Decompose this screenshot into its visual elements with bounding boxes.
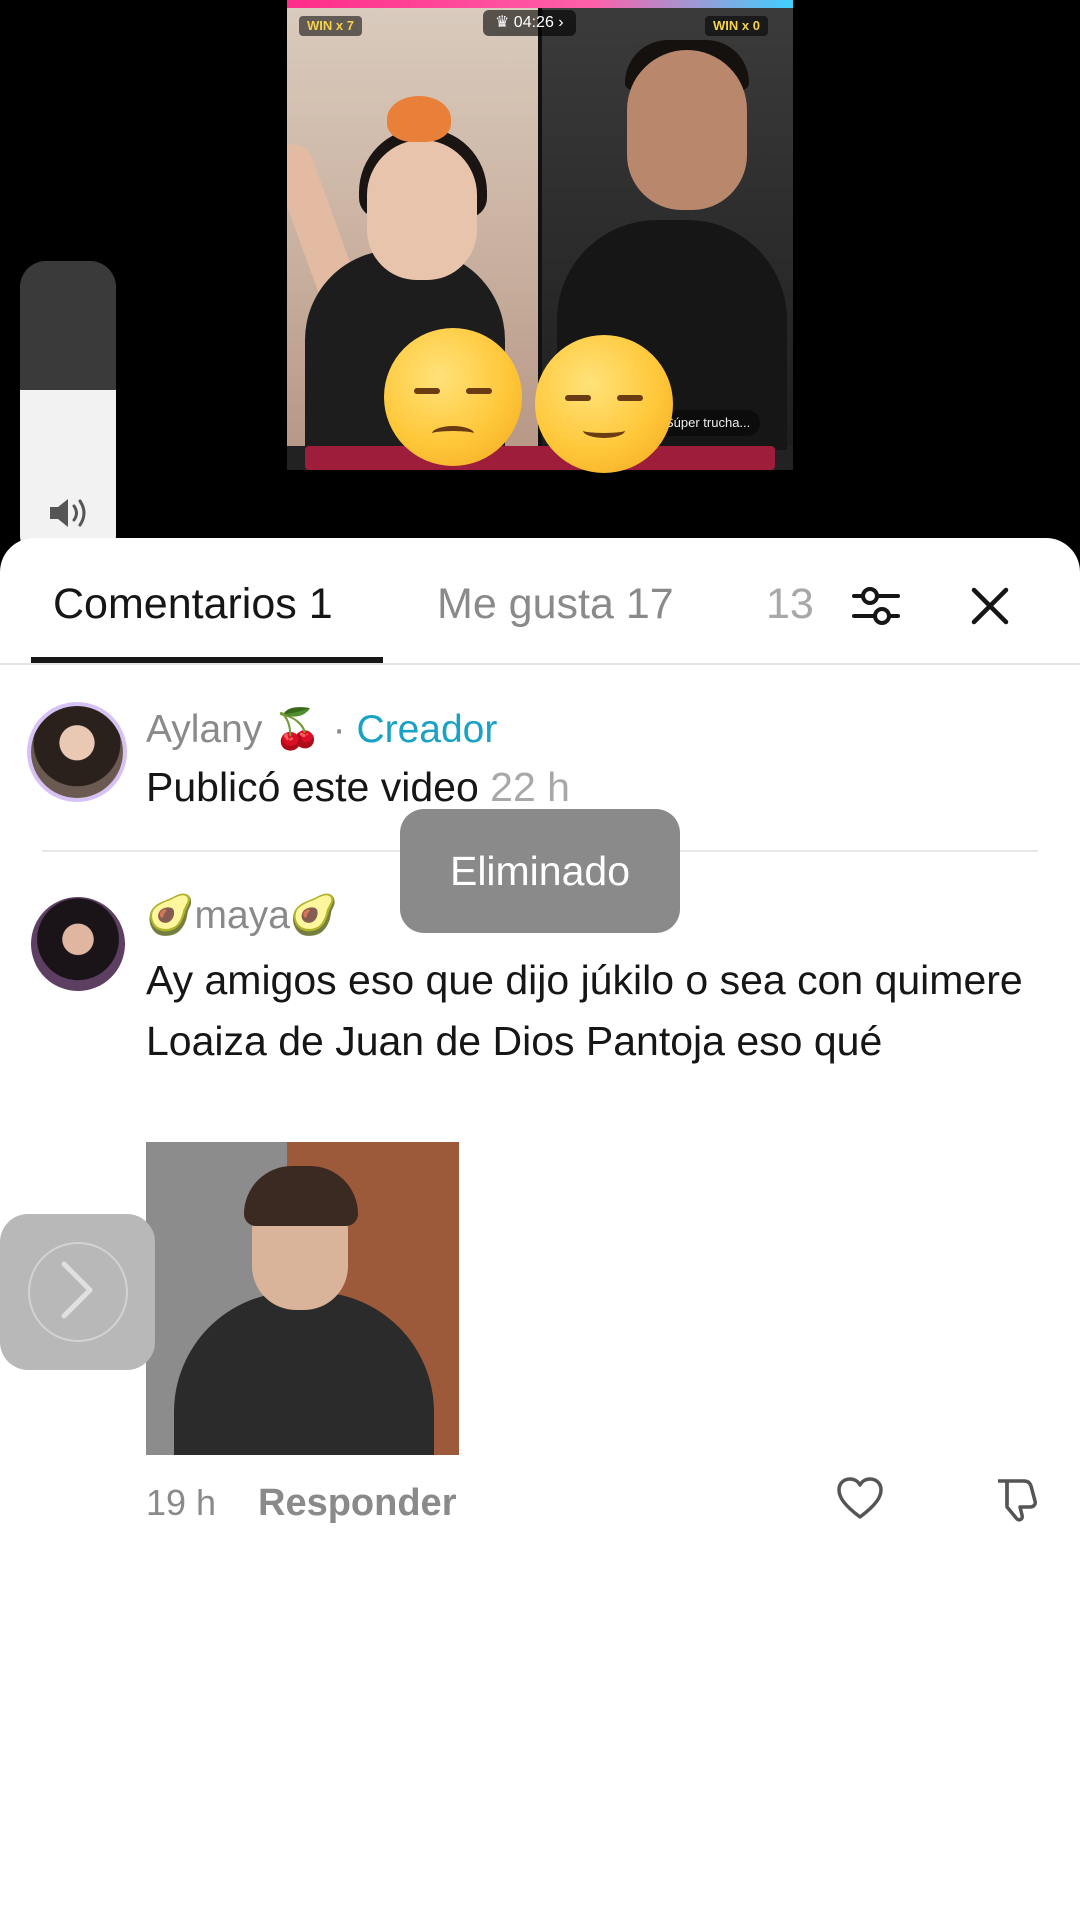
volume-level — [20, 390, 116, 561]
tab-views[interactable]: 13 — [766, 580, 814, 629]
volume-slider[interactable] — [20, 261, 116, 561]
screen: WIN x 7 WIN x 0 ♛ 04:26 › Súper trucha..… — [0, 0, 1080, 1920]
active-tab-indicator — [31, 657, 383, 663]
tab-bar: Comentarios 1 Me gusta 17 13 — [0, 538, 1080, 665]
creator-badge: Creador — [356, 708, 498, 751]
sliders-icon[interactable] — [848, 578, 904, 634]
tab-me-gusta[interactable]: Me gusta 17 — [437, 580, 674, 629]
creator-avatar[interactable] — [31, 706, 123, 798]
chevron-right-icon — [61, 1261, 93, 1319]
creator-post-time: 22 h — [490, 764, 570, 810]
creator-name[interactable]: Aylany 🍒 — [146, 708, 322, 751]
comment-time: 19 h — [146, 1482, 217, 1523]
comment-image[interactable] — [146, 1142, 459, 1455]
tab-comentarios[interactable]: Comentarios 1 — [53, 580, 333, 629]
streamer-left-face — [367, 140, 477, 280]
separator-dot: · — [332, 708, 346, 751]
heart-icon[interactable] — [834, 1473, 886, 1525]
video-bottom-strip — [305, 446, 775, 470]
streamer-right-face — [627, 50, 747, 210]
speaker-icon — [50, 499, 86, 527]
weary-emoji-icon — [384, 328, 522, 466]
comments-sheet: Comentarios 1 Me gusta 17 13 Aylany 🍒 · … — [0, 538, 1080, 1920]
timer-value: 04:26 — [513, 14, 554, 31]
reply-button[interactable]: Responder — [258, 1482, 456, 1525]
trophy-icon: ♛ — [495, 14, 514, 31]
battle-timer[interactable]: ♛ 04:26 › — [483, 10, 576, 36]
next-button[interactable] — [0, 1214, 155, 1370]
comment-text: Ay amigos eso que dijo júkilo o sea con … — [146, 957, 1023, 1064]
creator-post-line: Publicó este video 22 h — [146, 764, 570, 811]
commenter-name[interactable]: 🥑maya🥑 — [146, 892, 339, 938]
effect-sticker — [387, 96, 451, 142]
creator-post-text: Publicó este video — [146, 764, 479, 810]
commenter-avatar[interactable] — [31, 897, 125, 991]
deleted-toast: Eliminado — [400, 809, 680, 933]
relieved-emoji-icon — [535, 335, 673, 473]
win-count-right: WIN x 0 — [705, 16, 768, 36]
comment-author-line: Aylany 🍒 · Creador — [146, 706, 497, 752]
chevron-right-icon: › — [553, 14, 564, 31]
close-icon[interactable] — [964, 580, 1016, 632]
battle-progress-bar — [287, 0, 793, 8]
win-count-left: WIN x 7 — [299, 16, 362, 36]
thumbs-down-icon[interactable] — [990, 1473, 1042, 1525]
